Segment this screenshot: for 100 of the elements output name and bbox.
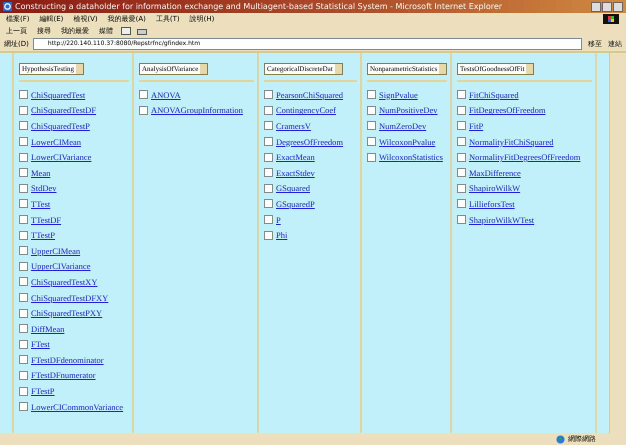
checkbox[interactable] [19,246,28,256]
checkbox[interactable] [19,293,28,302]
checkbox[interactable] [19,215,28,224]
statistic-link[interactable]: WilcoxonStatistics [379,152,443,162]
checkbox[interactable] [264,184,273,193]
checkbox[interactable] [264,152,273,162]
checkbox[interactable] [19,90,28,100]
checkbox[interactable] [367,121,376,130]
checkbox[interactable] [19,168,28,178]
statistic-link[interactable]: ExactStdev [276,168,315,178]
checkbox[interactable] [19,386,28,396]
statistic-link[interactable]: ChiSquaredTest [31,90,86,100]
checkbox[interactable] [139,90,148,100]
statistic-link[interactable]: TTestDF [31,214,62,225]
checkbox[interactable] [457,90,466,100]
statistic-link[interactable]: WilcoxonPvalue [379,136,436,147]
maximize-button[interactable] [602,2,612,12]
checkbox[interactable] [19,184,28,193]
statistic-link[interactable]: ContingencyCoef [276,105,336,116]
statistic-link[interactable]: ChiSquaredTestDF [31,105,96,116]
statistic-link[interactable]: ChiSquaredTestP [31,120,90,131]
statistic-link[interactable]: NumPositiveDev [379,105,438,116]
statistic-link[interactable]: UpperCIVariance [31,261,90,272]
statistic-link[interactable]: NormalityFitDegreesOfFreedom [469,152,580,162]
checkbox[interactable] [457,106,466,115]
checkbox[interactable] [19,324,28,334]
checkbox[interactable] [264,121,273,130]
printer-icon[interactable] [137,26,147,34]
statistic-link[interactable]: ChiSquaredTestDFXY [31,292,108,303]
statistic-link[interactable]: UpperCIMean [31,246,80,256]
statistic-link[interactable]: CramersV [276,120,311,131]
checkbox[interactable] [457,215,466,224]
checkbox[interactable] [19,308,28,318]
statistic-link[interactable]: ExactMean [276,152,315,162]
checkbox[interactable] [264,168,273,178]
statistic-link[interactable]: GSquaredP [276,198,315,209]
checkbox[interactable] [367,106,376,115]
statistic-link[interactable]: ChiSquaredTestXY [31,276,98,287]
statistic-link[interactable]: LillieforsTest [469,198,515,209]
statistic-link[interactable]: LowerCIMean [31,136,82,147]
statistic-link[interactable]: SignPvalue [379,90,418,100]
checkbox[interactable] [367,90,376,100]
checkbox[interactable] [457,199,466,208]
checkbox[interactable] [19,121,28,130]
statistic-link[interactable]: GSquared [276,183,310,194]
checkbox[interactable] [19,199,28,208]
statistic-link[interactable]: ANOVAGroupInformation [151,105,243,116]
statistic-link[interactable]: TTest [31,198,50,209]
statistic-link[interactable]: LowerCIVariance [31,152,92,162]
checkbox[interactable] [264,90,273,100]
checkbox[interactable] [19,402,28,412]
statistic-link[interactable]: FTest [31,339,50,350]
statistic-link[interactable]: TTestP [31,230,55,240]
checkbox[interactable] [457,137,466,146]
statistic-link[interactable]: Mean [31,168,50,178]
checkbox[interactable] [19,355,28,364]
checkbox[interactable] [19,230,28,240]
checkbox[interactable] [19,340,28,349]
checkbox[interactable] [457,152,466,162]
checkbox[interactable] [19,106,28,115]
checkbox[interactable] [457,184,466,193]
statistic-link[interactable]: DiffMean [31,324,64,334]
checkbox[interactable] [264,215,273,224]
statistic-link[interactable]: LowerCICommonVariance [31,402,124,412]
checkbox[interactable] [264,106,273,115]
statistic-link[interactable]: FTestDFnumerator [31,370,96,380]
mail-icon[interactable] [121,26,131,34]
scrollbar[interactable] [609,53,626,433]
statistic-link[interactable]: Phi [276,230,288,240]
checkbox[interactable] [367,152,376,162]
statistic-link[interactable]: P [276,214,281,225]
statistic-link[interactable]: FTestP [31,386,54,396]
statistic-link[interactable]: ShapiroWilkWTest [469,214,534,225]
statistic-link[interactable]: NormalityFitChiSquared [469,136,554,147]
checkbox[interactable] [264,199,273,208]
statistic-link[interactable]: DegreesOfFreedom [276,136,344,147]
checkbox[interactable] [19,152,28,162]
statistic-link[interactable]: FitP [469,120,484,131]
close-button[interactable] [613,2,623,12]
checkbox[interactable] [19,137,28,146]
checkbox[interactable] [19,277,28,286]
checkbox[interactable] [457,168,466,178]
statistic-link[interactable]: NumZeroDev [379,120,426,131]
statistic-link[interactable]: ANOVA [151,90,181,100]
checkbox[interactable] [264,137,273,146]
checkbox[interactable] [19,262,28,271]
statistic-link[interactable]: MaxDifference [469,168,521,178]
checkbox[interactable] [264,230,273,240]
checkbox[interactable] [139,106,148,115]
checkbox[interactable] [19,370,28,380]
statistic-link[interactable]: StdDev [31,183,56,194]
checkbox[interactable] [367,137,376,146]
minimize-button[interactable] [591,2,601,12]
statistic-link[interactable]: PearsonChiSquared [276,90,344,100]
statistic-link[interactable]: ChiSquaredTestPXY [31,308,102,318]
statistic-link[interactable]: FitChiSquared [469,90,519,100]
statistic-link[interactable]: FTestDFdenominator [31,354,104,365]
statistic-link[interactable]: ShapiroWilkW [469,183,520,194]
checkbox[interactable] [457,121,466,130]
statistic-link[interactable]: FitDegreesOfFreedom [469,105,546,116]
